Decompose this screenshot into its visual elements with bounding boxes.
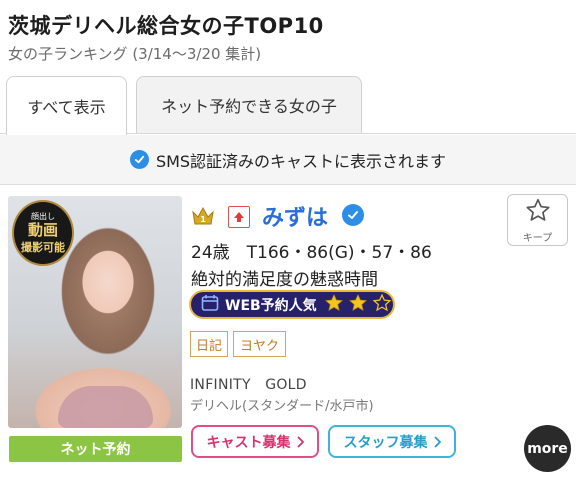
tab-bar: すべて表示 ネット予約できる女の子 [0, 76, 576, 135]
cast-name[interactable]: みずは [262, 200, 328, 232]
shop-name[interactable]: INFINITY GOLD [190, 374, 307, 394]
tab-all[interactable]: すべて表示 [6, 76, 127, 135]
video-badge-line2: 動画 [27, 221, 58, 239]
chevron-right-icon [296, 435, 304, 448]
more-button[interactable]: more [524, 425, 571, 472]
sms-notice-text: SMS認証済みのキャストに表示されます [155, 151, 447, 171]
cast-stats: 24歳 T166・86(G)・57・86 [191, 243, 432, 263]
tag-reservation[interactable]: ヨヤク [233, 331, 286, 357]
verified-check-icon [342, 204, 364, 226]
tag-diary[interactable]: 日記 [190, 331, 228, 357]
video-badge-line3: 撮影可能 [21, 241, 65, 254]
cast-photo[interactable]: 顔出し 動画 撮影可能 [8, 196, 182, 428]
star-filled-icon [324, 293, 344, 317]
page-subtitle: 女の子ランキング (3/14〜3/20 集計) [8, 45, 262, 63]
cast-recruit-label: キャスト募集 [206, 434, 291, 451]
net-reserve-button[interactable]: ネット予約 [9, 436, 182, 462]
star-filled-icon [348, 293, 368, 317]
shop-type: デリヘル(スタンダード/水戸市) [190, 399, 374, 414]
staff-recruit-button[interactable]: スタッフ募集 [328, 425, 456, 458]
photo-outfit [58, 386, 153, 428]
keep-label: キープ [522, 232, 553, 244]
page-title: 茨城デリヘル総合女の子TOP10 [8, 14, 324, 38]
verified-check-icon [129, 150, 149, 169]
cast-card: 顔出し 動画 撮影可能 ネット予約 1 みずは キープ 24歳 T166・86(… [0, 186, 576, 479]
keep-button[interactable]: キープ [507, 194, 568, 246]
staff-recruit-label: スタッフ募集 [343, 434, 428, 451]
sms-notice-bar: SMS認証済みのキャストに表示されます [0, 135, 576, 185]
calendar-icon [201, 294, 219, 316]
svg-text:1: 1 [200, 215, 206, 224]
video-badge: 顔出し 動画 撮影可能 [12, 200, 74, 266]
star-empty-icon [372, 293, 392, 317]
web-reserve-popularity-badge: WEB予約人気 [189, 290, 395, 319]
rank-crown-icon: 1 [192, 206, 214, 226]
cast-catchphrase: 絶対的満足度の魅惑時間 [191, 270, 378, 290]
tab-net-reservable[interactable]: ネット予約できる女の子 [136, 76, 362, 133]
chevron-right-icon [433, 435, 441, 448]
star-outline-icon [524, 197, 552, 228]
web-badge-label: WEB予約人気 [225, 297, 317, 314]
rank-up-icon [228, 206, 250, 228]
cast-recruit-button[interactable]: キャスト募集 [191, 425, 319, 458]
